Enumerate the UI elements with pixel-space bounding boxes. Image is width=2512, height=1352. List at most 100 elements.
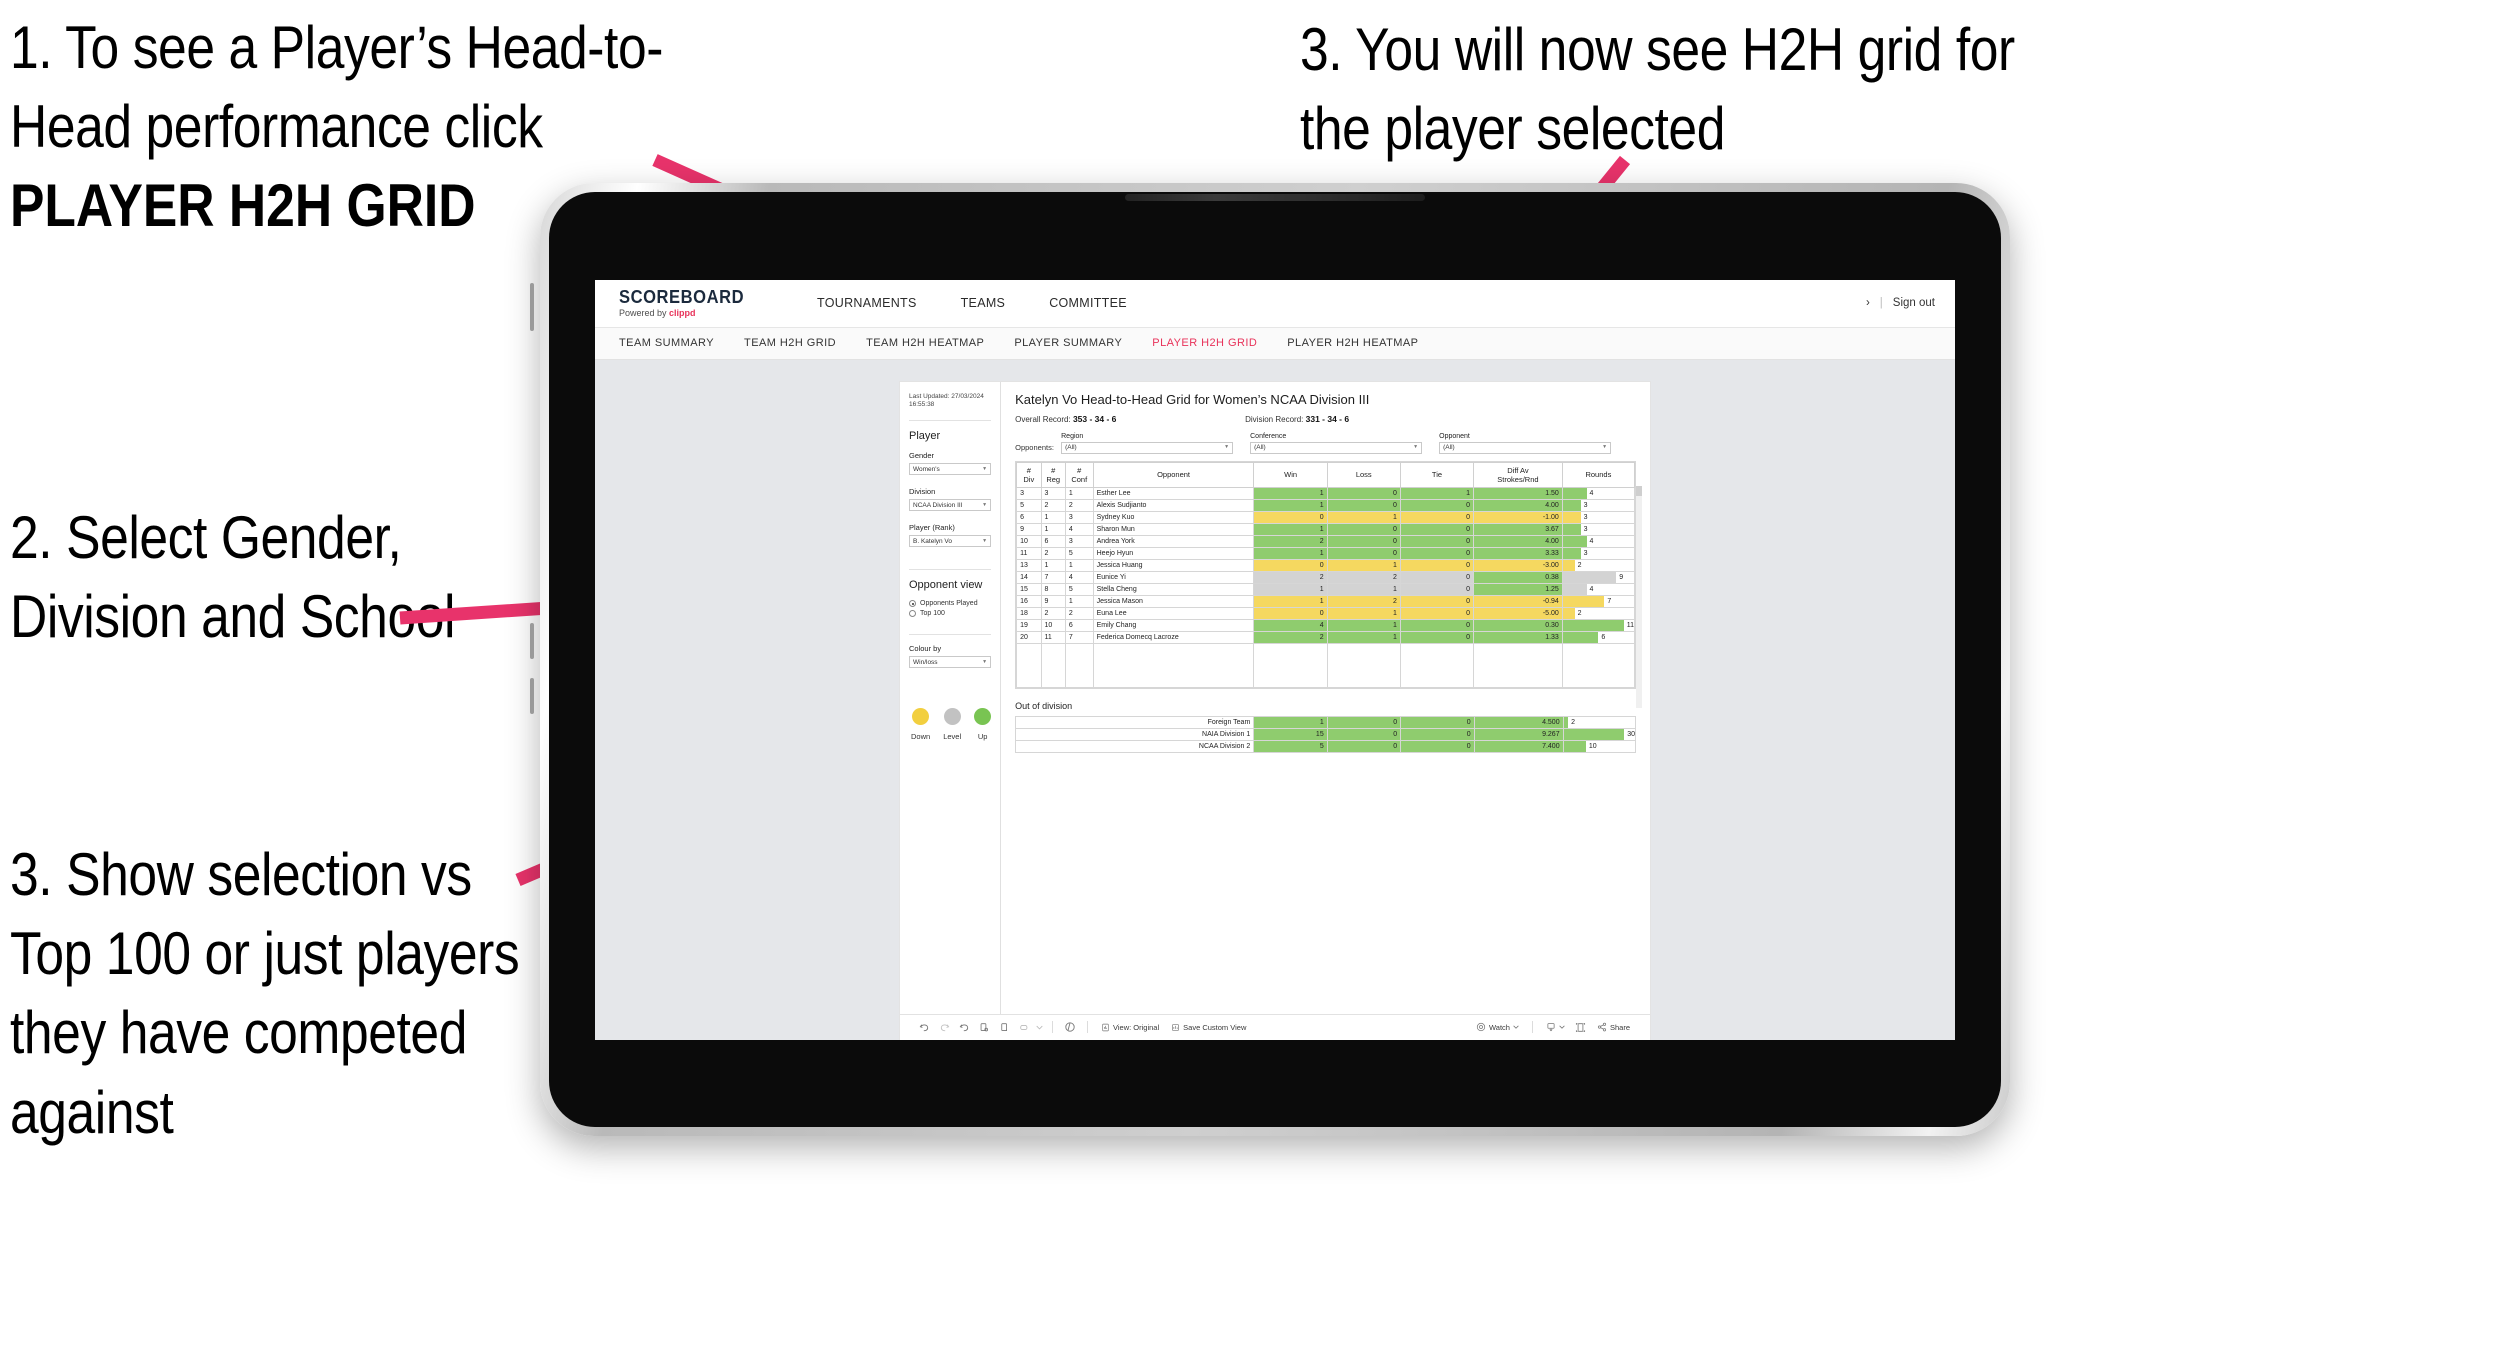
cell-loss: 0 <box>1326 535 1401 549</box>
tab-team-summary[interactable]: TEAM SUMMARY <box>619 337 714 349</box>
table-row[interactable]: 10 6 3 Andrea York 2 0 0 4.00 4 <box>1016 535 1636 549</box>
table-row[interactable]: 14 7 4 Eunice Yi 2 2 0 0.38 9 <box>1016 571 1636 585</box>
region-select[interactable]: (All) ▼ <box>1061 441 1234 454</box>
colour-by-select[interactable]: Win/loss ▼ <box>909 656 992 669</box>
brand-clippd: clippd <box>669 308 696 318</box>
revert-icon[interactable] <box>954 1018 974 1036</box>
chevron-down-icon: ▼ <box>1602 444 1608 450</box>
page-title: Katelyn Vo Head-to-Head Grid for Women’s… <box>1015 391 1370 407</box>
legend-dot-down-icon <box>912 708 930 726</box>
table-row[interactable]: 16 9 1 Jessica Mason 1 2 0 -0.94 7 <box>1016 595 1636 609</box>
tab-team-h2h-heatmap[interactable]: TEAM H2H HEATMAP <box>866 337 984 349</box>
share-button[interactable]: Share <box>1591 1022 1636 1032</box>
cell-rounds: 4 <box>1561 583 1636 597</box>
table-row[interactable]: 9 1 4 Sharon Mun 1 0 0 3.67 3 <box>1016 523 1636 537</box>
cell-reg: 9 <box>1040 595 1066 609</box>
redo-icon[interactable] <box>934 1018 954 1036</box>
cell-loss: 1 <box>1326 631 1401 645</box>
region-value: (All) <box>1065 444 1077 451</box>
table-row[interactable]: 18 2 2 Euna Lee 0 1 0 -5.00 2 <box>1016 607 1636 621</box>
cell-rounds: 4 <box>1561 535 1636 549</box>
cell-div: 18 <box>1016 607 1042 621</box>
rounds-value: 7 <box>1607 597 1612 605</box>
table-row[interactable]: 3 3 1 Esther Lee 1 0 1 1.50 4 <box>1016 487 1636 501</box>
download-button[interactable] <box>1540 1022 1571 1032</box>
tab-player-summary[interactable]: PLAYER SUMMARY <box>1014 337 1122 349</box>
col-win: Win <box>1253 461 1328 489</box>
table-row[interactable]: 5 2 2 Alexis Sudjianto 1 0 0 4.00 3 <box>1016 499 1636 513</box>
radio-top-100[interactable]: Top 100 <box>909 610 991 618</box>
pause-icon[interactable] <box>994 1018 1014 1036</box>
tab-player-h2h-heatmap[interactable]: PLAYER H2H HEATMAP <box>1287 337 1418 349</box>
gender-label: Gender <box>909 451 935 461</box>
conference-select[interactable]: (All) ▼ <box>1250 441 1423 454</box>
rounds-bar <box>1562 620 1624 632</box>
cell-conf: 4 <box>1064 571 1094 585</box>
rounds-value: 3 <box>1583 525 1588 533</box>
save-custom-view-button[interactable]: Save Custom View <box>1165 1023 1252 1032</box>
table-row[interactable]: NAIA Division 1 15 0 0 9.267 30 <box>1015 728 1637 742</box>
tab-team-h2h-grid[interactable]: TEAM H2H GRID <box>744 337 836 349</box>
dashboard-main: Last Updated: 27/03/2024 16:55:38 Player… <box>900 381 1650 1014</box>
cell-diff: 0.38 <box>1473 571 1563 585</box>
cell-reg: 2 <box>1040 547 1066 561</box>
tab-player-h2h-grid[interactable]: PLAYER H2H GRID <box>1152 337 1257 349</box>
cell-tie: 0 <box>1399 535 1475 549</box>
cell-div: 9 <box>1016 523 1042 537</box>
table-row[interactable]: 15 8 5 Stella Cheng 1 1 0 1.25 4 <box>1016 583 1636 597</box>
table-row[interactable]: 6 1 3 Sydney Kuo 0 1 0 -1.00 3 <box>1016 511 1636 525</box>
view-original-button[interactable]: View: Original <box>1095 1023 1165 1032</box>
rounds-bar <box>1562 512 1581 524</box>
cell-div: 3 <box>1016 487 1042 501</box>
player-rank-select[interactable]: B. Katelyn Vo ▼ <box>909 535 992 548</box>
refresh-icon[interactable] <box>974 1018 994 1036</box>
undo-icon[interactable] <box>914 1018 934 1036</box>
cell-loss: 2 <box>1326 571 1401 585</box>
h2h-table-wrapper: # Div # Reg # Conf Opponent Win Loss Tie Di… <box>1015 460 1642 708</box>
table-row[interactable]: 19 10 6 Emily Chang 4 1 0 0.30 11 <box>1016 619 1636 633</box>
export-icon[interactable] <box>1014 1018 1034 1036</box>
cell-reg: 2 <box>1040 499 1066 513</box>
table-row[interactable]: NCAA Division 2 5 0 0 7.400 10 <box>1015 740 1637 754</box>
table-row[interactable]: 13 1 1 Jessica Huang 0 1 0 -3.00 2 <box>1016 559 1636 573</box>
top-nav-teams[interactable]: TEAMS <box>939 280 1028 327</box>
table-row[interactable]: 20 11 7 Federica Domecq Lacroze 2 1 0 1.33 6 <box>1016 631 1636 645</box>
annotation-step-1-emphasis: PLAYER H2H GRID <box>10 172 476 240</box>
h2h-header-row: # Div # Reg # Conf Opponent Win Loss Tie Di… <box>1016 461 1636 489</box>
division-value: NCAA Division III <box>913 501 963 509</box>
cell-div: 20 <box>1016 631 1042 645</box>
chevron-down-icon: ▼ <box>982 501 988 508</box>
brand-logo[interactable]: SCOREBOARD Powered by clippd <box>619 288 755 318</box>
cell-conf: 4 <box>1064 523 1094 537</box>
chevron-down-icon[interactable] <box>1034 1018 1045 1036</box>
pause-auto-update-icon[interactable] <box>1060 1018 1080 1036</box>
cell-tie: 0 <box>1399 595 1475 609</box>
cell-reg: 1 <box>1040 511 1066 525</box>
cell-diff: 4.500 <box>1473 716 1564 730</box>
cell-tie: 0 <box>1399 523 1475 537</box>
cell-diff: 1.25 <box>1473 583 1563 597</box>
table-scrollbar-thumb[interactable] <box>1636 485 1642 496</box>
cell-tie: 0 <box>1399 499 1475 513</box>
cell-div: 19 <box>1016 619 1042 633</box>
legend-label-level: Level <box>943 732 962 742</box>
gender-select[interactable]: Women's ▼ <box>909 463 992 476</box>
division-select[interactable]: NCAA Division III ▼ <box>909 499 992 512</box>
cell-tie: 0 <box>1399 511 1475 525</box>
opponent-select[interactable]: (All) ▼ <box>1439 441 1612 454</box>
dashboard-card: Last Updated: 27/03/2024 16:55:38 Player… <box>900 381 1650 1040</box>
table-row[interactable]: Foreign Team 1 0 0 4.500 2 <box>1015 716 1637 730</box>
power-button <box>530 283 534 331</box>
player-rank-label: Player (Rank) <box>909 523 955 533</box>
user-chevron-icon[interactable]: › <box>1866 297 1870 309</box>
sign-out-link[interactable]: Sign out <box>1893 297 1935 309</box>
rounds-value: 6 <box>1601 633 1606 641</box>
top-nav-committee[interactable]: COMMITTEE <box>1027 280 1149 327</box>
cell-rounds: 3 <box>1561 523 1636 537</box>
fullscreen-icon[interactable] <box>1571 1018 1591 1036</box>
watch-button[interactable]: Watch <box>1470 1022 1525 1032</box>
top-nav-tournaments[interactable]: TOURNAMENTS <box>795 280 939 327</box>
table-scrollbar-track[interactable] <box>1636 485 1642 708</box>
radio-opponents-played[interactable]: Opponents Played <box>909 600 991 608</box>
table-row[interactable]: 11 2 5 Heejo Hyun 1 0 0 3.33 3 <box>1016 547 1636 561</box>
